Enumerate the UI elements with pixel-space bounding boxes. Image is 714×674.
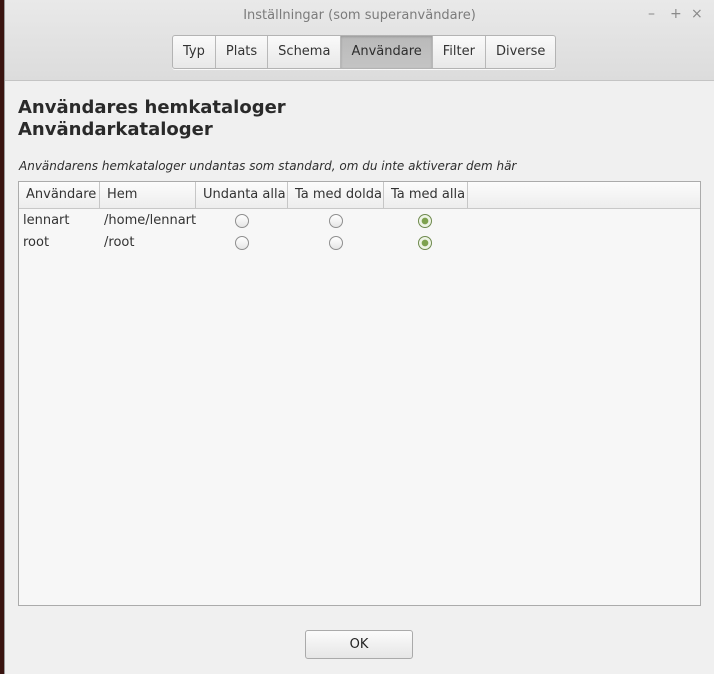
section-description: Användarens hemkataloger undantas som st… xyxy=(19,159,517,173)
tab-typ[interactable]: Typ xyxy=(173,36,216,68)
tab-diverse[interactable]: Diverse xyxy=(486,36,555,68)
tab-plats[interactable]: Plats xyxy=(216,36,269,68)
home-cell: /root xyxy=(104,235,135,250)
minimize-button[interactable]: – xyxy=(648,6,655,22)
users-table: Användare Hem Undanta alla Ta med dolda … xyxy=(18,181,701,606)
table-row[interactable]: lennart /home/lennart xyxy=(19,210,700,232)
exclude-all-radio[interactable] xyxy=(235,236,249,250)
exclude-all-radio[interactable] xyxy=(235,214,249,228)
maximize-button[interactable]: + xyxy=(670,6,682,22)
section-heading-user-dirs: Användarkataloger xyxy=(18,119,213,140)
section-heading-home-dirs: Användares hemkataloger xyxy=(18,97,286,118)
column-header-include-all[interactable]: Ta med alla xyxy=(384,182,468,208)
window-title: Inställningar (som superanvändare) xyxy=(243,8,476,23)
title-bar: Inställningar (som superanvändare) – + ×… xyxy=(5,0,714,81)
tab-bar: Typ Plats Schema Användare Filter Divers… xyxy=(172,35,557,69)
column-header-user[interactable]: Användare xyxy=(19,182,100,208)
column-header-exclude-all[interactable]: Undanta alla xyxy=(196,182,288,208)
include-all-radio[interactable] xyxy=(418,214,432,228)
close-button[interactable]: × xyxy=(691,6,703,22)
user-cell: lennart xyxy=(23,213,70,228)
ok-button[interactable]: OK xyxy=(305,630,413,659)
column-header-home[interactable]: Hem xyxy=(100,182,196,208)
home-cell: /home/lennart xyxy=(104,213,197,228)
include-hidden-radio[interactable] xyxy=(329,214,343,228)
include-all-radio[interactable] xyxy=(418,236,432,250)
table-row[interactable]: root /root xyxy=(19,232,700,254)
tab-filter[interactable]: Filter xyxy=(433,36,486,68)
settings-window: Inställningar (som superanvändare) – + ×… xyxy=(4,0,714,674)
table-header: Användare Hem Undanta alla Ta med dolda … xyxy=(19,182,700,209)
user-cell: root xyxy=(23,235,50,250)
column-header-include-hidden[interactable]: Ta med dolda xyxy=(288,182,384,208)
include-hidden-radio[interactable] xyxy=(329,236,343,250)
tab-schema[interactable]: Schema xyxy=(268,36,342,68)
tab-anvandare[interactable]: Användare xyxy=(341,36,433,68)
